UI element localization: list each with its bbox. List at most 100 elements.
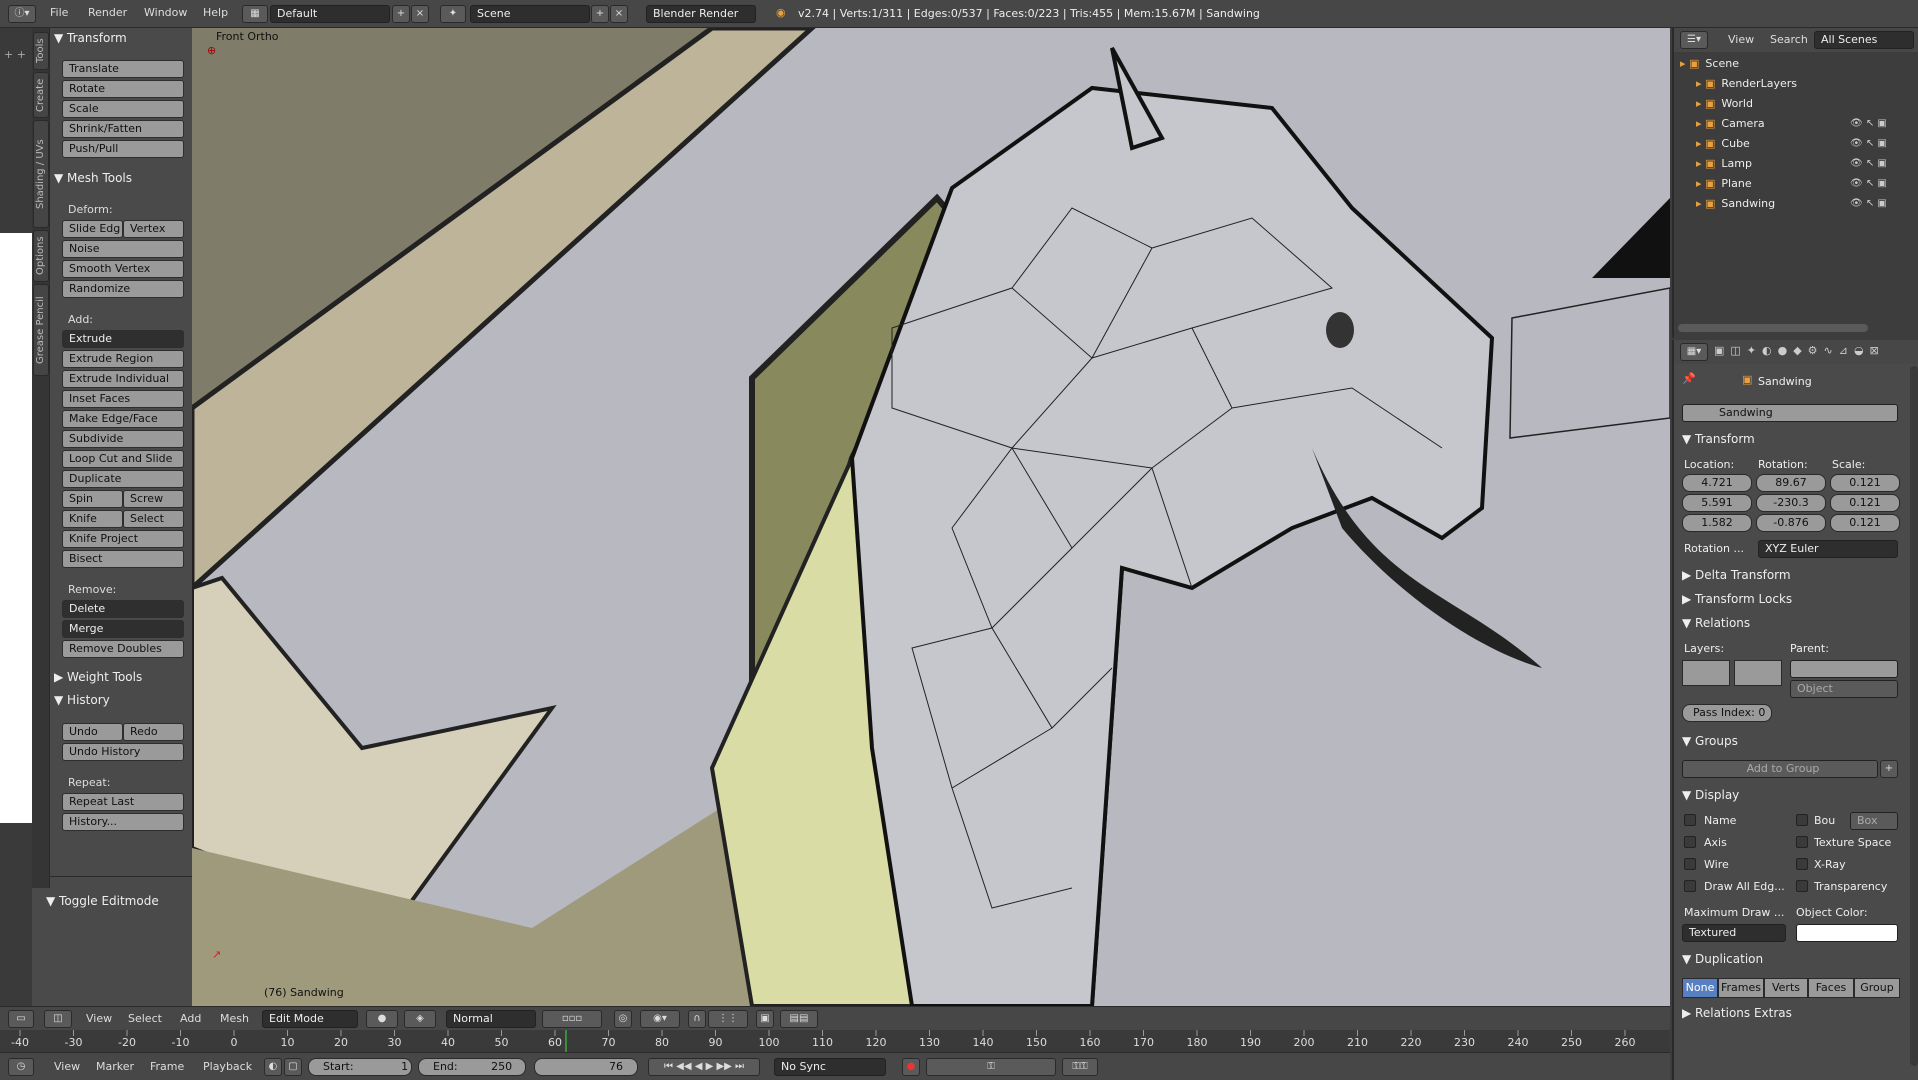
location-x-field[interactable]: 4.721 bbox=[1682, 474, 1752, 492]
history-dots-button[interactable]: History... bbox=[62, 813, 184, 831]
remove-doubles-button[interactable]: Remove Doubles bbox=[62, 640, 184, 658]
vp-menu-mesh[interactable]: Mesh bbox=[220, 1012, 249, 1025]
vp-menu-add[interactable]: Add bbox=[180, 1012, 201, 1025]
add-scene-icon[interactable]: + bbox=[591, 5, 609, 23]
object-color-swatch[interactable] bbox=[1796, 924, 1898, 942]
timeline-ruler[interactable]: -40 -30 -20 -10 0 10 20 30 40 50 60 70 80 90 100 110 120… bbox=[0, 1030, 1670, 1052]
max-draw-type-dropdown[interactable]: Textured bbox=[1682, 924, 1786, 942]
end-frame-field[interactable]: End: 250 bbox=[418, 1058, 526, 1076]
smooth-vertex-button[interactable]: Smooth Vertex bbox=[62, 260, 184, 278]
outliner-item[interactable]: ▸ ▣ Plane 👁 ↖ ▣ bbox=[1674, 174, 1904, 194]
inset-faces-button[interactable]: Inset Faces bbox=[62, 390, 184, 408]
tab-tools[interactable]: Tools bbox=[33, 32, 49, 70]
name-checkbox[interactable] bbox=[1684, 814, 1696, 826]
bounds-checkbox[interactable] bbox=[1796, 814, 1808, 826]
outliner-filter-dropdown[interactable]: All Scenes bbox=[1814, 31, 1914, 49]
subdivide-button[interactable]: Subdivide bbox=[62, 430, 184, 448]
toggle-editmode-header[interactable]: ▼ Toggle Editmode bbox=[46, 894, 159, 908]
location-z-field[interactable]: 1.582 bbox=[1682, 514, 1752, 532]
dup-group-button[interactable]: Group bbox=[1854, 978, 1900, 998]
screw-button[interactable]: Screw bbox=[123, 490, 184, 508]
keying-set-field[interactable]: ⚿ bbox=[926, 1058, 1056, 1076]
redo-button[interactable]: Redo bbox=[123, 723, 184, 741]
weight-tools-panel-header[interactable]: ▶ Weight Tools bbox=[54, 670, 142, 684]
bisect-button[interactable]: Bisect bbox=[62, 550, 184, 568]
viewport-shading-icon[interactable]: ● bbox=[366, 1010, 398, 1028]
visibility-icons[interactable]: 👁 ↖ ▣ bbox=[1850, 134, 1887, 154]
info-editor-type-button[interactable]: ⓘ▾ bbox=[8, 5, 36, 23]
make-edge-face-button[interactable]: Make Edge/Face bbox=[62, 410, 184, 428]
groups-header[interactable]: ▼ Groups bbox=[1682, 734, 1738, 748]
knife-select-button[interactable]: Select bbox=[123, 510, 184, 528]
rotation-z-field[interactable]: -0.876 bbox=[1756, 514, 1826, 532]
snap-magnet-icon[interactable]: ∩ bbox=[688, 1010, 706, 1028]
extrude-dropdown[interactable]: Extrude bbox=[62, 330, 184, 348]
tl-menu-marker[interactable]: Marker bbox=[96, 1060, 134, 1073]
scale-y-field[interactable]: 0.121 bbox=[1830, 494, 1900, 512]
outliner-item[interactable]: ▸ ▣ Sandwing 👁 ↖ ▣ bbox=[1674, 194, 1904, 214]
preview-range-icon[interactable]: ◐ bbox=[264, 1058, 282, 1076]
rotate-button[interactable]: Rotate bbox=[62, 80, 184, 98]
tl-menu-frame[interactable]: Frame bbox=[150, 1060, 184, 1073]
menu-file[interactable]: File bbox=[50, 6, 68, 19]
opengl-render-icon[interactable]: ▣ bbox=[756, 1010, 774, 1028]
outliner-editor-icon[interactable]: ☰▾ bbox=[1680, 31, 1708, 49]
visibility-icons[interactable]: 👁 ↖ ▣ bbox=[1850, 154, 1887, 174]
transform-orientation-dropdown[interactable]: Normal bbox=[446, 1010, 536, 1028]
pass-index-field[interactable]: Pass Index: 0 bbox=[1682, 704, 1772, 722]
relations-extras-header[interactable]: ▶ Relations Extras bbox=[1682, 1006, 1792, 1020]
duplicate-button[interactable]: Duplicate bbox=[62, 470, 184, 488]
scene-icon[interactable]: ✦ bbox=[440, 5, 466, 23]
menu-help[interactable]: Help bbox=[203, 6, 228, 19]
start-frame-field[interactable]: Start: 1 bbox=[308, 1058, 412, 1076]
proportional-edit-icon[interactable]: ◉▾ bbox=[640, 1010, 680, 1028]
object-name-field[interactable]: Sandwing bbox=[1682, 404, 1898, 422]
draw-all-edges-checkbox[interactable] bbox=[1684, 880, 1696, 892]
lock-range-icon[interactable]: ▢ bbox=[284, 1058, 302, 1076]
outliner-menu-search[interactable]: Search bbox=[1770, 33, 1808, 46]
outliner-scrollbar[interactable] bbox=[1678, 324, 1868, 332]
transparency-checkbox[interactable] bbox=[1796, 880, 1808, 892]
tab-grease-pencil[interactable]: Grease Pencil bbox=[33, 284, 49, 376]
spin-button[interactable]: Spin bbox=[62, 490, 123, 508]
outliner-item[interactable]: ▸ ▣ Cube 👁 ↖ ▣ bbox=[1674, 134, 1904, 154]
rotation-x-field[interactable]: 89.67 bbox=[1756, 474, 1826, 492]
noise-button[interactable]: Noise bbox=[62, 240, 184, 258]
tab-options[interactable]: Options bbox=[33, 230, 49, 282]
dup-verts-button[interactable]: Verts bbox=[1764, 978, 1808, 998]
tab-shading-uvs[interactable]: Shading / UVs bbox=[33, 120, 49, 228]
texture-space-checkbox[interactable] bbox=[1796, 836, 1808, 848]
dup-faces-button[interactable]: Faces bbox=[1808, 978, 1854, 998]
randomize-button[interactable]: Randomize bbox=[62, 280, 184, 298]
extrude-individual-button[interactable]: Extrude Individual bbox=[62, 370, 184, 388]
undo-history-button[interactable]: Undo History bbox=[62, 743, 184, 761]
3d-cursor-icon[interactable]: ⊕ bbox=[207, 44, 216, 57]
xray-checkbox[interactable] bbox=[1796, 858, 1808, 870]
mode-dropdown[interactable]: Edit Mode bbox=[262, 1010, 358, 1028]
sync-mode-dropdown[interactable]: No Sync bbox=[774, 1058, 886, 1076]
parent-type-dropdown[interactable]: Object bbox=[1790, 680, 1898, 698]
repeat-last-button[interactable]: Repeat Last bbox=[62, 793, 184, 811]
parent-field[interactable] bbox=[1790, 660, 1898, 678]
editor-type-icon[interactable]: ▭ bbox=[8, 1010, 34, 1028]
scale-x-field[interactable]: 0.121 bbox=[1830, 474, 1900, 492]
menu-render[interactable]: Render bbox=[88, 6, 127, 19]
timeline-editor-icon[interactable]: ◷ bbox=[8, 1058, 34, 1076]
select-mode-icons[interactable]: ▫▫▫ bbox=[542, 1010, 602, 1028]
properties-scrollbar[interactable] bbox=[1910, 366, 1918, 1066]
transform-panel-header[interactable]: ▼ Transform bbox=[54, 31, 127, 45]
vp-menu-view[interactable]: View bbox=[86, 1012, 112, 1025]
properties-editor-icon[interactable]: ▦▾ bbox=[1680, 343, 1708, 361]
vp-menu-select[interactable]: Select bbox=[128, 1012, 162, 1025]
tab-create[interactable]: Create bbox=[33, 72, 49, 118]
outliner-item[interactable]: ▸ ▣ Lamp 👁 ↖ ▣ bbox=[1674, 154, 1904, 174]
scale-button[interactable]: Scale bbox=[62, 100, 184, 118]
display-header[interactable]: ▼ Display bbox=[1682, 788, 1739, 802]
properties-context-tabs[interactable]: ▣◫✦◐●◆⚙∿⊿◒⊠ bbox=[1714, 344, 1918, 360]
menu-window[interactable]: Window bbox=[144, 6, 187, 19]
transform-section-header[interactable]: ▼ Transform bbox=[1682, 432, 1755, 446]
undo-button[interactable]: Undo bbox=[62, 723, 123, 741]
rotation-mode-dropdown[interactable]: XYZ Euler bbox=[1758, 540, 1898, 558]
snap-target-icon[interactable]: ⋮⋮ bbox=[708, 1010, 748, 1028]
add-to-group-button[interactable]: Add to Group bbox=[1682, 760, 1878, 778]
